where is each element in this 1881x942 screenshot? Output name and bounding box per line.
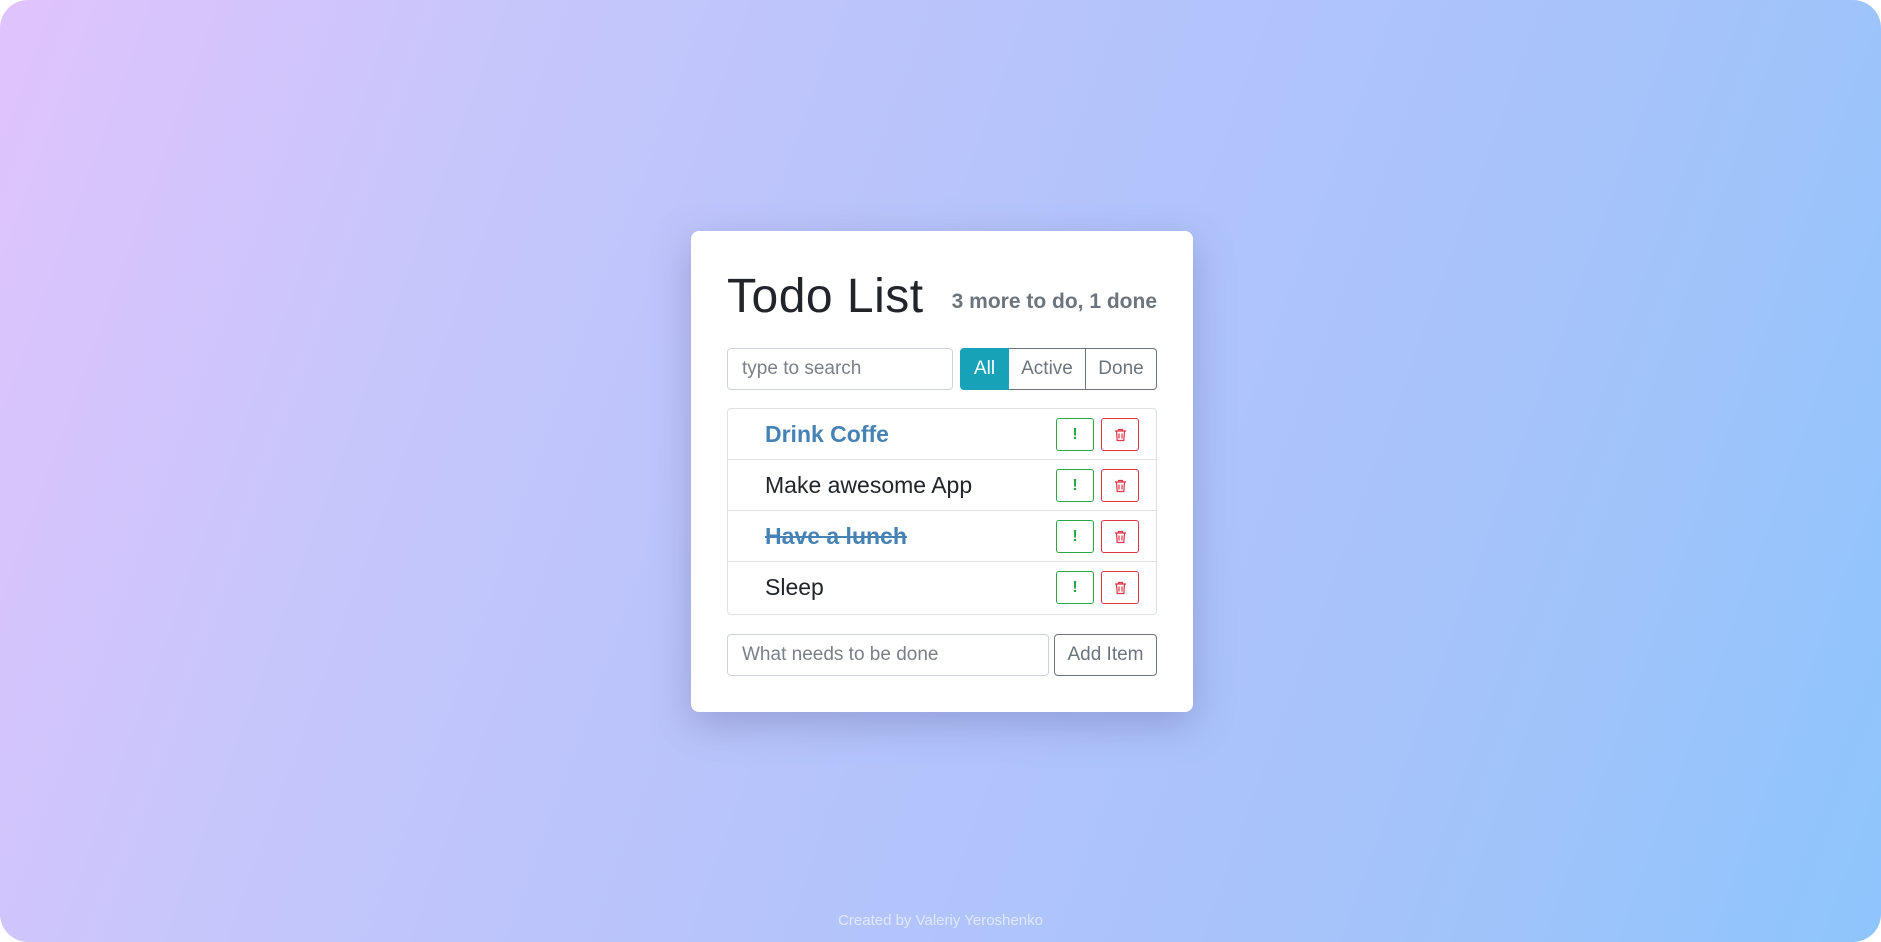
delete-button[interactable] bbox=[1101, 571, 1139, 604]
exclamation-icon: ! bbox=[1072, 578, 1078, 596]
add-item-form: Add Item bbox=[727, 634, 1157, 676]
status-filter: All Active Done bbox=[960, 348, 1157, 390]
mark-important-button[interactable]: ! bbox=[1056, 571, 1094, 604]
todo-item: Make awesome App ! bbox=[728, 460, 1156, 511]
trash-icon bbox=[1114, 530, 1126, 543]
trash-icon bbox=[1114, 581, 1126, 594]
todo-item: Sleep ! bbox=[728, 562, 1156, 614]
exclamation-icon: ! bbox=[1072, 527, 1078, 545]
exclamation-icon: ! bbox=[1072, 476, 1078, 494]
todo-item-label[interactable]: Have a lunch bbox=[765, 511, 907, 562]
mark-important-button[interactable]: ! bbox=[1056, 418, 1094, 451]
trash-icon bbox=[1114, 479, 1126, 492]
filter-active-button[interactable]: Active bbox=[1009, 348, 1086, 390]
page-title: Todo List bbox=[727, 270, 924, 323]
delete-button[interactable] bbox=[1101, 469, 1139, 502]
add-item-button[interactable]: Add Item bbox=[1054, 634, 1157, 676]
todo-item-label[interactable]: Make awesome App bbox=[765, 460, 972, 511]
footer-credit: Created by Valeriy Yeroshenko bbox=[838, 912, 1043, 929]
todo-counter: 3 more to do, 1 done bbox=[951, 290, 1157, 313]
todo-app-card: Todo List 3 more to do, 1 done All Activ… bbox=[691, 231, 1193, 712]
page-background: Todo List 3 more to do, 1 done All Activ… bbox=[0, 0, 1881, 942]
search-panel: All Active Done bbox=[727, 348, 1157, 390]
trash-icon bbox=[1114, 428, 1126, 441]
delete-button[interactable] bbox=[1101, 520, 1139, 553]
todo-item: Have a lunch ! bbox=[728, 511, 1156, 562]
todo-item-label[interactable]: Drink Coffe bbox=[765, 409, 889, 460]
new-todo-input[interactable] bbox=[727, 634, 1049, 676]
mark-important-button[interactable]: ! bbox=[1056, 469, 1094, 502]
todo-item: Drink Coffe ! bbox=[728, 409, 1156, 460]
filter-done-button[interactable]: Done bbox=[1086, 348, 1157, 390]
exclamation-icon: ! bbox=[1072, 425, 1078, 443]
todo-item-label[interactable]: Sleep bbox=[765, 562, 824, 613]
todo-list: Drink Coffe ! Make awesome App ! Have a … bbox=[727, 408, 1157, 615]
mark-important-button[interactable]: ! bbox=[1056, 520, 1094, 553]
delete-button[interactable] bbox=[1101, 418, 1139, 451]
app-header: Todo List 3 more to do, 1 done bbox=[727, 267, 1157, 327]
search-input[interactable] bbox=[727, 348, 953, 390]
filter-all-button[interactable]: All bbox=[960, 348, 1009, 390]
